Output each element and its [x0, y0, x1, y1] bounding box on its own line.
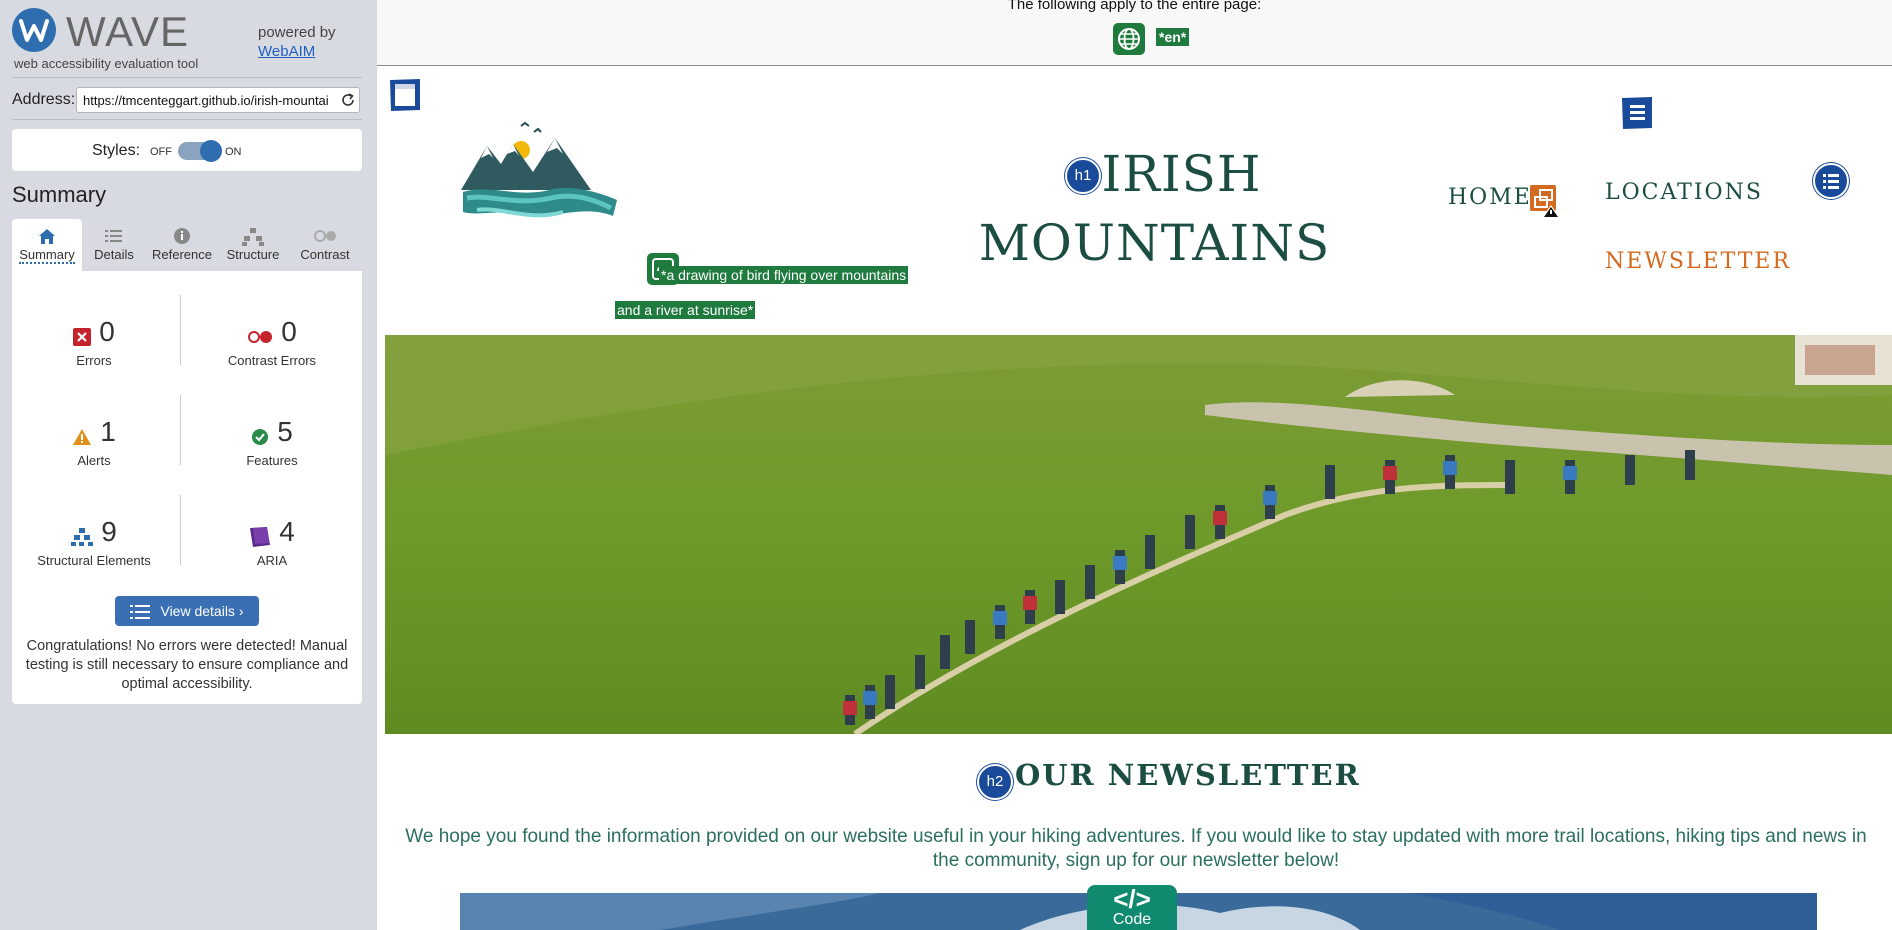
view-details-label: View details ›	[160, 603, 244, 619]
view-details-button[interactable]: View details ›	[115, 596, 259, 626]
wave-tagline: web accessibility evaluation tool	[14, 56, 199, 71]
aria-label: ARIA	[256, 553, 288, 568]
structure-icon	[242, 228, 264, 246]
features-label: Features	[246, 453, 298, 468]
webaim-link[interactable]: WebAIM	[258, 42, 336, 61]
contrast-error-icon	[248, 330, 273, 343]
stat-aria[interactable]: 4 ARIA	[192, 515, 352, 568]
nav-home-link[interactable]: HOME	[1448, 185, 1532, 210]
aria-count: 4	[279, 516, 295, 547]
tab-label: Details	[94, 247, 134, 262]
list-structure-icon[interactable]	[1813, 163, 1849, 199]
h2-badge[interactable]: h2	[977, 764, 1013, 800]
tab-structure[interactable]: Structure	[218, 219, 288, 271]
home-icon	[39, 229, 55, 244]
document-level-bar: The following apply to the entire page: …	[377, 0, 1892, 66]
contrast-errors-label: Contrast Errors	[227, 353, 317, 368]
divider	[180, 395, 181, 465]
tab-label: Reference	[152, 247, 212, 262]
address-label: Address:	[12, 91, 76, 108]
title-line: MOUNTAINS	[978, 214, 1331, 272]
panel-tabs: Summary Details Reference Structure Cont…	[12, 219, 362, 271]
divider	[12, 77, 362, 78]
document-note: The following apply to the entire page:	[1007, 0, 1262, 13]
aria-icon	[250, 526, 271, 547]
panel-title: Summary	[12, 182, 107, 207]
divider	[180, 295, 181, 365]
structural-count: 9	[101, 516, 117, 547]
info-icon	[174, 228, 190, 244]
newsletter-heading: OUR NEWSLETTER	[1015, 758, 1361, 792]
powered-by: powered by WebAIM	[258, 23, 336, 61]
redundant-link-alert-icon[interactable]	[1527, 183, 1561, 219]
list-icon	[130, 605, 151, 620]
divider	[180, 495, 181, 565]
page-title: IRISH MOUNTAINS	[977, 140, 1332, 278]
tab-label: Summary	[19, 247, 75, 264]
tab-summary[interactable]: Summary	[12, 219, 82, 271]
evaluated-page: The following apply to the entire page: …	[377, 0, 1892, 930]
alt-text-line: *a drawing of bird flying over mountains	[659, 266, 909, 284]
newsletter-text: We hope you found the information provid…	[405, 826, 1867, 871]
stat-features[interactable]: 5 Features	[192, 415, 352, 468]
styles-on-label: ON	[225, 146, 242, 158]
stat-structural[interactable]: 9 Structural Elements	[14, 515, 174, 568]
wave-logo-icon[interactable]	[12, 8, 56, 52]
tab-label: Contrast	[300, 247, 350, 262]
mountain-logo[interactable]	[459, 120, 619, 230]
tab-label: Structure	[226, 247, 280, 262]
list-icon	[105, 230, 122, 242]
header-region-icon[interactable]	[389, 78, 421, 112]
alt-text-line: and a river at sunrise*	[615, 301, 756, 319]
features-count: 5	[277, 416, 293, 447]
code-label: Code	[1112, 911, 1152, 928]
alerts-count: 1	[100, 416, 116, 447]
reload-icon[interactable]	[340, 92, 356, 108]
tab-details[interactable]: Details	[82, 219, 146, 271]
image-alt-text: *a drawing of bird flying over mountains…	[615, 258, 915, 328]
powered-by-text: powered by	[258, 24, 336, 41]
alerts-label: Alerts	[77, 453, 111, 468]
address-input[interactable]: https://tmcenteggart.github.io/irish-mou…	[76, 87, 360, 113]
tab-contrast[interactable]: Contrast	[288, 219, 362, 271]
feature-icon	[252, 428, 269, 445]
structure-icon	[71, 527, 94, 546]
title-line: IRISH	[1101, 145, 1262, 203]
summary-card: 0 Errors 0 Contrast Errors 1 Alerts 5 Fe…	[12, 271, 362, 704]
contrast-icon	[314, 230, 336, 242]
stat-alerts[interactable]: 1 Alerts	[14, 415, 174, 468]
navigation-region-icon[interactable]	[1621, 96, 1653, 130]
structural-label: Structural Elements	[37, 553, 151, 568]
styles-off-label: OFF	[150, 146, 172, 158]
error-icon	[73, 327, 92, 346]
tab-reference[interactable]: Reference	[146, 219, 218, 271]
alert-icon	[73, 428, 92, 445]
wave-brand: WAVE	[66, 8, 190, 55]
code-toggle-button[interactable]: </> Code	[1087, 885, 1177, 930]
nav-newsletter-link[interactable]: NEWSLETTER	[1605, 249, 1791, 274]
stat-errors[interactable]: 0 Errors	[14, 315, 174, 368]
toggle-knob	[200, 140, 222, 162]
contrast-errors-count: 0	[281, 316, 297, 347]
hero-image	[385, 335, 1892, 734]
congrats-message: Congratulations! No errors were detected…	[25, 638, 349, 692]
divider	[12, 119, 362, 120]
wave-sidebar: WAVE web accessibility evaluation tool p…	[0, 0, 377, 930]
styles-toggle-card: Styles: OFF ON	[12, 129, 362, 171]
language-icon[interactable]	[1113, 23, 1145, 55]
styles-toggle[interactable]	[178, 140, 222, 162]
stat-contrast-errors[interactable]: 0 Contrast Errors	[192, 315, 352, 368]
nav-locations-link[interactable]: LOCATIONS	[1605, 180, 1763, 205]
code-icon: </>	[1113, 884, 1151, 914]
errors-count: 0	[99, 316, 115, 347]
language-tag: *en*	[1156, 28, 1190, 46]
errors-label: Errors	[76, 353, 112, 368]
styles-label: Styles:	[92, 142, 141, 159]
